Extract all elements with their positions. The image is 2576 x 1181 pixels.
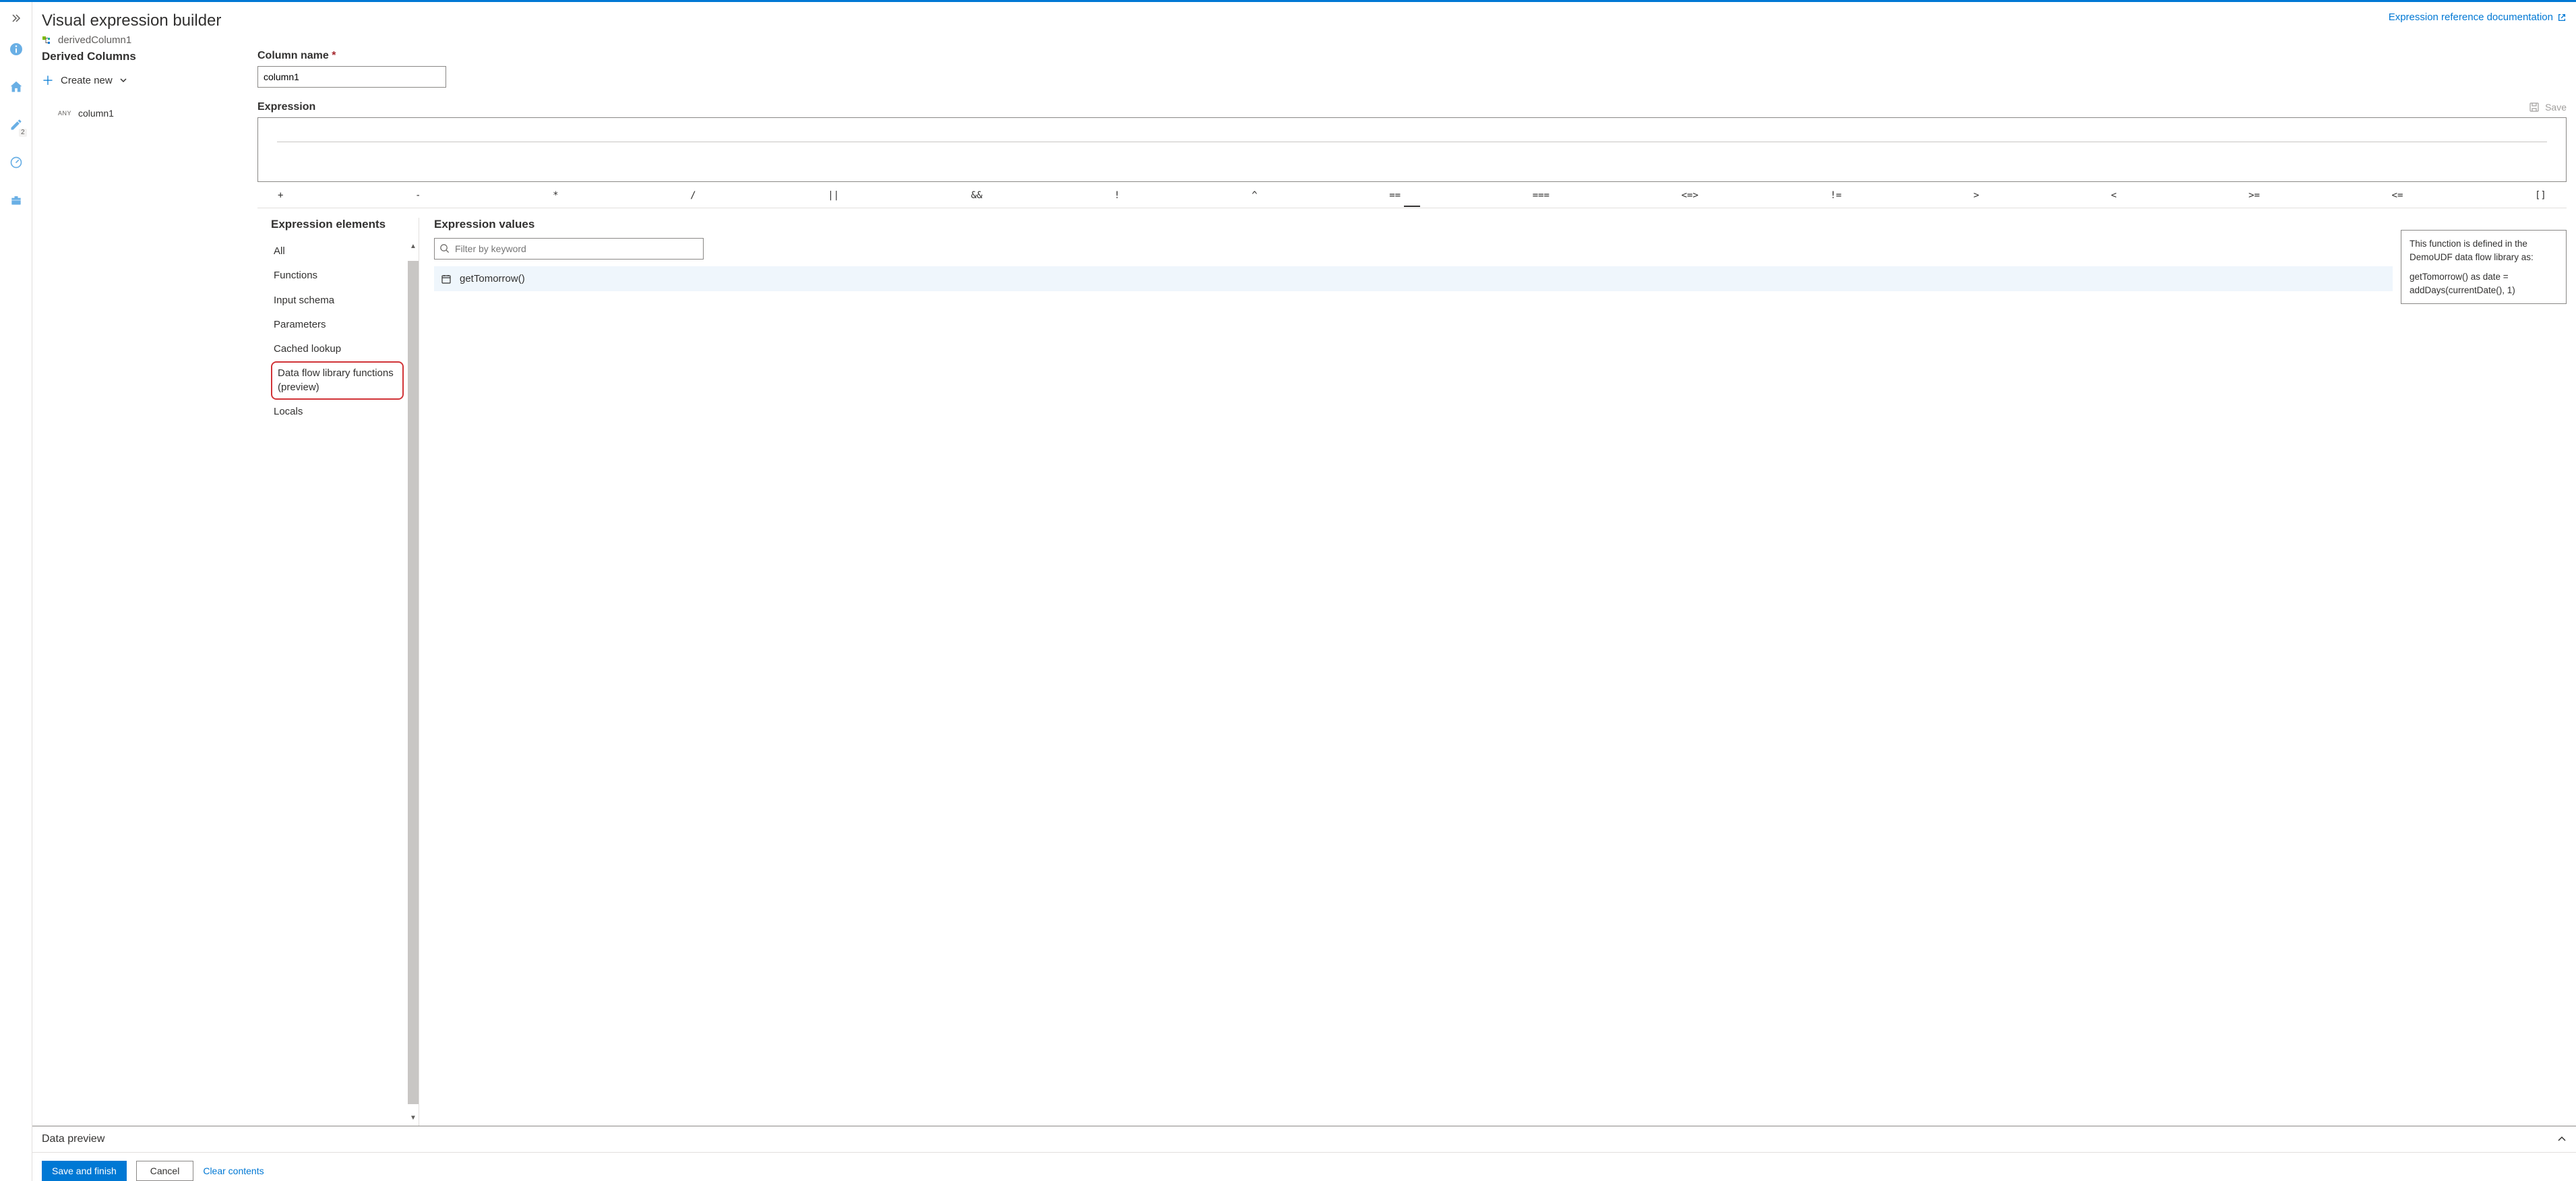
elem-cached-lookup[interactable]: Cached lookup xyxy=(271,337,419,361)
expression-label: Expression xyxy=(257,101,315,113)
bottom-split: Expression elements All Functions Input … xyxy=(257,208,2567,1126)
resize-grip[interactable] xyxy=(1404,206,1420,208)
breadcrumb: derivedColumn1 xyxy=(42,34,221,46)
footer: Save and finish Cancel Clear contents xyxy=(32,1152,2576,1181)
filter-wrap xyxy=(434,238,704,260)
tooltip-line2: getTomorrow() as date = addDays(currentD… xyxy=(2410,270,2558,297)
cancel-button[interactable]: Cancel xyxy=(136,1161,194,1181)
op-eqs[interactable]: === xyxy=(1529,189,1554,202)
rail-monitor[interactable] xyxy=(3,149,30,176)
op-mul[interactable]: * xyxy=(549,189,562,202)
column-name-text: column1 xyxy=(78,108,114,119)
op-not[interactable]: ! xyxy=(1110,189,1124,202)
op-xor[interactable]: ^ xyxy=(1248,189,1261,202)
derived-column-item[interactable]: ANY column1 xyxy=(42,105,257,121)
op-eq[interactable]: == xyxy=(1385,189,1405,202)
column-type-badge: ANY xyxy=(58,110,71,117)
toolbox-icon xyxy=(9,193,23,207)
breadcrumb-text: derivedColumn1 xyxy=(58,34,131,46)
create-new-button[interactable]: ＋ Create new xyxy=(42,71,257,89)
main-column: Visual expression builder derivedColumn1… xyxy=(32,2,2576,1181)
derived-columns-panel: Derived Columns ＋ Create new ANY column1 xyxy=(42,50,257,1126)
column-name-input[interactable] xyxy=(257,66,446,88)
expression-elements-panel: Expression elements All Functions Input … xyxy=(257,218,419,1126)
rail-expand[interactable] xyxy=(3,5,30,32)
rail-home[interactable] xyxy=(3,73,30,100)
rail-info[interactable] xyxy=(3,36,30,63)
scroll-up-icon[interactable]: ▲ xyxy=(410,242,417,251)
tooltip-line1: This function is defined in the DemoUDF … xyxy=(2410,237,2558,264)
expression-editor[interactable] xyxy=(257,117,2567,182)
doc-link[interactable]: Expression reference documentation xyxy=(2389,11,2567,23)
data-preview-toggle[interactable] xyxy=(2557,1134,2567,1144)
required-asterisk: * xyxy=(332,50,336,61)
op-lte[interactable]: <= xyxy=(2388,189,2408,202)
op-and[interactable]: && xyxy=(967,189,987,202)
rail-manage[interactable] xyxy=(3,187,30,214)
scroll-down-icon[interactable]: ▼ xyxy=(410,1114,417,1123)
column-name-label: Column name * xyxy=(257,50,2567,62)
create-new-label: Create new xyxy=(61,75,113,86)
save-icon xyxy=(2529,102,2540,113)
right-panel: Column name * Expression Save + - * xyxy=(257,50,2576,1126)
op-gt[interactable]: > xyxy=(1969,189,1983,202)
dataflow-icon xyxy=(42,35,53,46)
calendar-icon xyxy=(441,274,452,284)
elem-functions[interactable]: Functions xyxy=(271,264,419,288)
chevron-up-icon xyxy=(2557,1134,2567,1144)
plus-icon: ＋ xyxy=(42,71,54,89)
operator-bar: + - * / || && ! ^ == === <=> != > < >= <… xyxy=(257,182,2567,208)
elem-all[interactable]: All xyxy=(271,239,419,264)
op-or[interactable]: || xyxy=(824,189,843,202)
external-link-icon xyxy=(2557,13,2567,22)
chevron-down-icon xyxy=(119,76,127,84)
chevron-double-right-icon xyxy=(11,13,22,24)
op-cmp[interactable]: <=> xyxy=(1678,189,1703,202)
doc-link-text: Expression reference documentation xyxy=(2389,11,2553,23)
elements-scrollbar[interactable]: ▲ ▼ xyxy=(408,242,419,1123)
op-neq[interactable]: != xyxy=(1827,189,1846,202)
data-preview-bar[interactable]: Data preview xyxy=(32,1126,2576,1152)
save-and-finish-button[interactable]: Save and finish xyxy=(42,1161,127,1181)
elem-parameters[interactable]: Parameters xyxy=(271,313,419,337)
content-area: Derived Columns ＋ Create new ANY column1… xyxy=(32,50,2576,1126)
search-icon xyxy=(439,243,450,253)
rail-author-badge: 2 xyxy=(19,129,27,137)
derived-columns-title: Derived Columns xyxy=(42,50,257,63)
op-idx[interactable]: [] xyxy=(2531,189,2550,202)
op-gte[interactable]: >= xyxy=(2244,189,2264,202)
left-rail: 2 xyxy=(0,2,32,1181)
gauge-icon xyxy=(9,156,23,169)
data-preview-title: Data preview xyxy=(42,1133,104,1145)
op-minus[interactable]: - xyxy=(411,189,425,202)
filter-input[interactable] xyxy=(434,238,704,260)
elem-locals[interactable]: Locals xyxy=(271,400,419,424)
elem-input-schema[interactable]: Input schema xyxy=(271,289,419,313)
value-row-text: getTomorrow() xyxy=(460,273,525,284)
info-icon xyxy=(9,42,23,56)
save-expression-button[interactable]: Save xyxy=(2529,102,2567,113)
scroll-thumb[interactable] xyxy=(408,261,419,1104)
page-title: Visual expression builder xyxy=(42,11,221,30)
expression-elements-title: Expression elements xyxy=(271,218,419,231)
op-lt[interactable]: < xyxy=(2107,189,2120,202)
rail-author[interactable]: 2 xyxy=(3,111,30,138)
save-label: Save xyxy=(2545,102,2567,113)
expression-values-panel: Expression values getTomorrow() xyxy=(419,218,2401,1126)
op-div[interactable]: / xyxy=(686,189,700,202)
clear-contents-link[interactable]: Clear contents xyxy=(203,1165,264,1176)
header: Visual expression builder derivedColumn1… xyxy=(32,2,2576,50)
app-root: 2 Visual expression builder derivedColum… xyxy=(0,2,2576,1181)
expression-values-title: Expression values xyxy=(434,218,2393,231)
value-row-gettomorrow[interactable]: getTomorrow() xyxy=(434,266,2393,291)
op-plus[interactable]: + xyxy=(274,189,287,202)
function-tooltip: This function is defined in the DemoUDF … xyxy=(2401,230,2567,304)
elem-dataflow-lib[interactable]: Data flow library functions (preview) xyxy=(271,361,404,400)
home-icon xyxy=(9,80,24,94)
